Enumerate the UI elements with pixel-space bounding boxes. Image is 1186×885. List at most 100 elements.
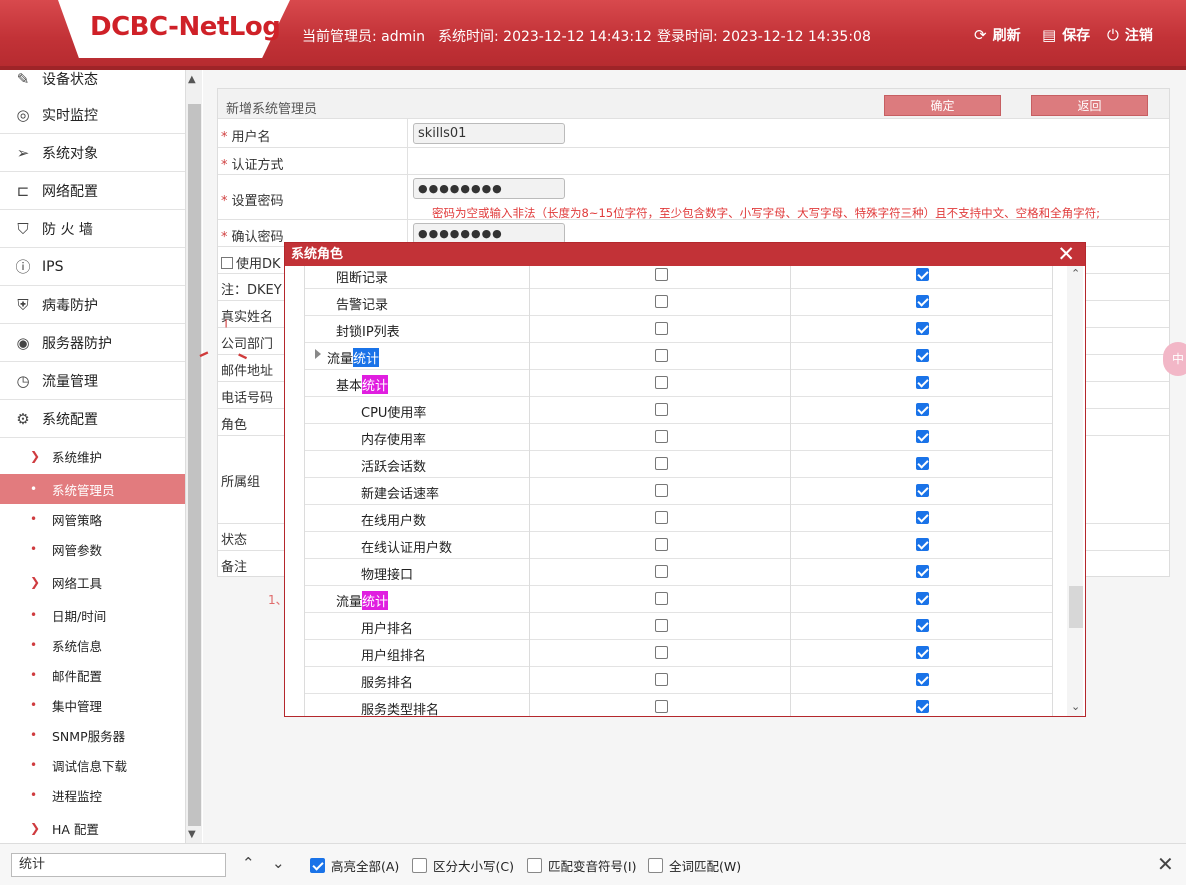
- sidebar-item-system-objects[interactable]: ➢ 系统对象: [0, 134, 185, 172]
- read-permission-checkbox[interactable]: [655, 538, 668, 551]
- read-permission-checkbox[interactable]: [655, 268, 668, 281]
- write-permission-checkbox[interactable]: [916, 700, 929, 713]
- match-case-option[interactable]: 区分大小写(C): [412, 856, 514, 875]
- write-permission-checkbox[interactable]: [916, 565, 929, 578]
- highlight-all-checkbox[interactable]: [310, 858, 325, 873]
- match-diacritics-option[interactable]: 匹配变音符号(I): [527, 856, 636, 875]
- dialog-scrollbar-thumb[interactable]: [1069, 586, 1083, 628]
- subitem-datetime[interactable]: • 日期/时间: [0, 600, 185, 630]
- subitem-central-management[interactable]: • 集中管理: [0, 690, 185, 720]
- sidebar-item-server-protection[interactable]: ◉ 服务器防护: [0, 324, 185, 362]
- read-permission-checkbox[interactable]: [655, 322, 668, 335]
- dialog-right-border: [1052, 266, 1053, 716]
- write-permission-checkbox[interactable]: [916, 619, 929, 632]
- subitem-snmp-server[interactable]: • SNMP服务器: [0, 720, 185, 750]
- write-permission-checkbox[interactable]: [916, 511, 929, 524]
- close-findbar-icon[interactable]: ✕: [1157, 852, 1174, 876]
- write-permission-checkbox[interactable]: [916, 673, 929, 686]
- refresh-button[interactable]: ⟳ 刷新: [974, 25, 1021, 45]
- dot-icon: •: [30, 512, 38, 526]
- read-permission-checkbox[interactable]: [655, 565, 668, 578]
- close-icon[interactable]: ✕: [1057, 243, 1075, 266]
- read-permission-checkbox[interactable]: [655, 403, 668, 416]
- sidebar-item-system-config[interactable]: ⚙ 系统配置: [0, 400, 185, 438]
- read-permission-checkbox[interactable]: [655, 700, 668, 713]
- write-permission-checkbox[interactable]: [916, 646, 929, 659]
- role-permission-row: 告警记录: [305, 289, 1052, 316]
- logout-button[interactable]: ⏻ 注销: [1107, 25, 1153, 45]
- write-permission-checkbox[interactable]: [916, 322, 929, 335]
- sidebar-item-network-config[interactable]: ⊏ 网络配置: [0, 172, 185, 210]
- scroll-up-icon[interactable]: ⌃: [1071, 267, 1080, 280]
- confirm-password-input[interactable]: ●●●●●●●●: [413, 223, 565, 244]
- write-permission-checkbox[interactable]: [916, 295, 929, 308]
- subitem-nm-params[interactable]: • 网管参数: [0, 534, 185, 564]
- subitem-mail-config[interactable]: • 邮件配置: [0, 660, 185, 690]
- scroll-down-icon[interactable]: ⌄: [1071, 700, 1080, 713]
- whole-words-checkbox[interactable]: [648, 858, 663, 873]
- subitem-network-tools[interactable]: ❯ 网络工具: [0, 567, 185, 597]
- match-case-checkbox[interactable]: [412, 858, 427, 873]
- tree-expand-icon[interactable]: [315, 349, 321, 359]
- role-permission-row: 阻断记录: [305, 266, 1052, 289]
- subitem-system-admin[interactable]: • 系统管理员: [0, 474, 185, 504]
- write-permission-checkbox[interactable]: [916, 430, 929, 443]
- sidebar-scrollbar-thumb[interactable]: [188, 104, 201, 826]
- write-permission-checkbox[interactable]: [916, 484, 929, 497]
- subitem-ha-config[interactable]: ❯ HA 配置: [0, 813, 185, 843]
- subitem-system-info[interactable]: • 系统信息: [0, 630, 185, 660]
- write-permission-checkbox[interactable]: [916, 376, 929, 389]
- subitem-label: 日期/时间: [52, 608, 107, 624]
- find-input[interactable]: 统计: [11, 853, 226, 877]
- find-next-icon[interactable]: ⌄: [272, 854, 285, 872]
- read-permission-checkbox[interactable]: [655, 295, 668, 308]
- sidebar-item-device-status[interactable]: ✎ 设备状态: [0, 70, 185, 98]
- read-permission-checkbox[interactable]: [655, 619, 668, 632]
- dkey-checkbox[interactable]: [221, 256, 233, 269]
- dialog-scrollbar[interactable]: [1067, 266, 1083, 716]
- subitem-debug-download[interactable]: • 调试信息下载: [0, 750, 185, 780]
- write-permission-checkbox[interactable]: [916, 403, 929, 416]
- password-input[interactable]: ●●●●●●●●: [413, 178, 565, 199]
- sidebar-item-antivirus[interactable]: ⛨ 病毒防护: [0, 286, 185, 324]
- match-diacritics-checkbox[interactable]: [527, 858, 542, 873]
- username-input[interactable]: skills01: [413, 123, 565, 144]
- sidebar-item-realtime-monitor[interactable]: ◎ 实时监控: [0, 96, 185, 134]
- dkey-option[interactable]: 使用DK: [221, 253, 281, 272]
- read-permission-checkbox[interactable]: [655, 646, 668, 659]
- back-button[interactable]: 返回: [1031, 95, 1148, 116]
- read-permission-checkbox[interactable]: [655, 349, 668, 362]
- find-previous-icon[interactable]: ⌃: [242, 854, 255, 872]
- column-divider: [529, 667, 530, 694]
- write-permission-checkbox[interactable]: [916, 268, 929, 281]
- read-permission-checkbox[interactable]: [655, 376, 668, 389]
- read-permission-checkbox[interactable]: [655, 430, 668, 443]
- whole-words-option[interactable]: 全词匹配(W): [648, 856, 741, 875]
- scroll-down-icon[interactable]: ▼: [188, 829, 196, 840]
- subitem-system-maintenance[interactable]: ❯ 系统维护: [0, 441, 185, 471]
- permission-label: 流量: [336, 595, 363, 610]
- read-permission-checkbox[interactable]: [655, 673, 668, 686]
- write-permission-checkbox[interactable]: [916, 538, 929, 551]
- sidebar-item-firewall[interactable]: ⛉ 防 火 墙: [0, 210, 185, 248]
- read-permission-checkbox[interactable]: [655, 484, 668, 497]
- scroll-up-icon[interactable]: ▲: [188, 74, 196, 85]
- confirm-button[interactable]: 确定: [884, 95, 1001, 116]
- match-case-label: 区分大小写(C): [433, 859, 514, 874]
- ime-indicator[interactable]: 中: [1163, 342, 1186, 376]
- sidebar-item-traffic-management[interactable]: ◷ 流量管理: [0, 362, 185, 400]
- dialog-body: 服务类型排名 服务排名 用户组排名 用户排名 流量 统计 物理接口 在线认证用户数 在线用户数新…: [285, 266, 1085, 716]
- write-permission-checkbox[interactable]: [916, 592, 929, 605]
- write-permission-checkbox[interactable]: [916, 349, 929, 362]
- highlight-all-option[interactable]: 高亮全部(A): [310, 856, 399, 875]
- subitem-nm-policy[interactable]: • 网管策略: [0, 504, 185, 534]
- write-permission-checkbox[interactable]: [916, 457, 929, 470]
- subitem-process-monitor[interactable]: • 进程监控: [0, 780, 185, 810]
- read-permission-checkbox[interactable]: [655, 457, 668, 470]
- subitem-label: 系统维护: [52, 449, 103, 465]
- save-button[interactable]: ▤ 保存: [1042, 25, 1090, 45]
- logout-label: 注销: [1124, 28, 1153, 44]
- read-permission-checkbox[interactable]: [655, 511, 668, 524]
- read-permission-checkbox[interactable]: [655, 592, 668, 605]
- sidebar-item-ips[interactable]: ⓘ IPS: [0, 248, 185, 286]
